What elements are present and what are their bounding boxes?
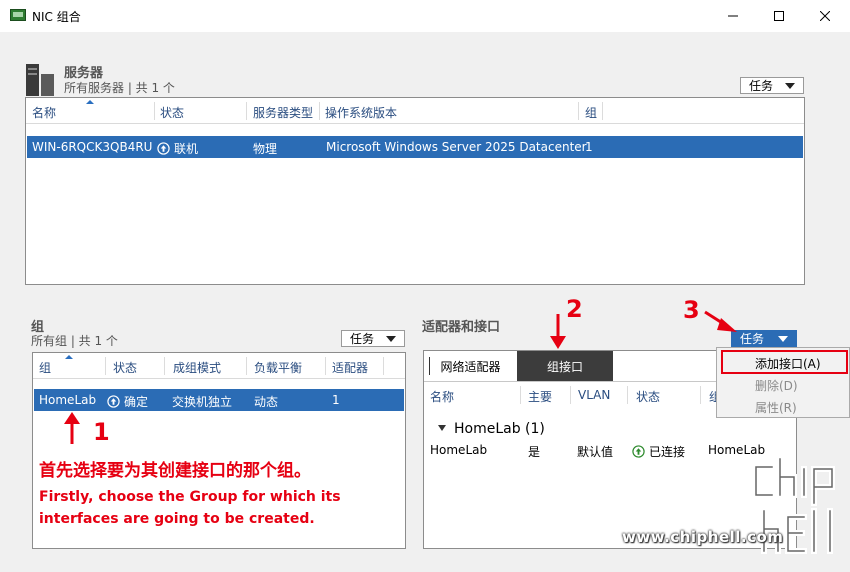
tab-network-adapters[interactable]: 网络适配器 bbox=[424, 351, 517, 381]
group-header[interactable]: HomeLab (1) bbox=[438, 421, 545, 437]
group-name: HomeLab bbox=[39, 393, 97, 407]
server-type: 物理 bbox=[253, 142, 278, 156]
minimize-icon bbox=[728, 15, 738, 17]
column-header-server-type[interactable]: 服务器类型 bbox=[253, 104, 313, 121]
group-load-balancing: 动态 bbox=[254, 395, 279, 409]
column-header-status[interactable]: 状态 bbox=[636, 388, 660, 405]
column-header-name[interactable]: 名称 bbox=[430, 388, 454, 405]
close-button[interactable] bbox=[802, 0, 848, 32]
column-header-name[interactable]: 名称 bbox=[32, 104, 56, 121]
menu-item-delete[interactable]: 删除(D) bbox=[755, 377, 798, 394]
annotation-instruction-cn: 首先选择要为其创建接口的那个组。 bbox=[39, 461, 311, 481]
chevron-down-icon bbox=[785, 83, 795, 89]
table-row[interactable]: WIN-6RQCK3QB4RU 联机 物理 Microsoft Windows … bbox=[27, 136, 803, 158]
chevron-down-icon bbox=[778, 336, 788, 342]
servers-task-label: 任务 bbox=[749, 79, 774, 93]
groups-task-button[interactable]: 任务 bbox=[341, 330, 405, 347]
maximize-icon bbox=[774, 11, 784, 21]
groups-subtitle: 所有组 | 共 1 个 bbox=[31, 334, 118, 348]
window-title: NIC 组合 bbox=[32, 10, 81, 24]
connected-arrow-icon bbox=[632, 445, 645, 458]
title-bar: NIC 组合 bbox=[0, 0, 850, 32]
online-arrow-icon bbox=[157, 142, 170, 155]
column-header-adapters[interactable]: 适配器 bbox=[332, 359, 368, 376]
interface-name: HomeLab bbox=[430, 443, 488, 457]
group-teaming-mode: 交换机独立 bbox=[172, 395, 233, 409]
annotation-arrow-diagonal-icon bbox=[704, 310, 737, 332]
minimize-button[interactable] bbox=[710, 0, 756, 32]
interface-vlan: 默认值 bbox=[577, 445, 614, 459]
column-header-status[interactable]: 状态 bbox=[160, 104, 184, 121]
server-name: WIN-6RQCK3QB4RU bbox=[32, 140, 153, 154]
column-header-status[interactable]: 状态 bbox=[113, 359, 137, 376]
servers-table-header: 名称 状态 服务器类型 操作系统版本 组 bbox=[26, 98, 804, 124]
annotation-instruction-en: Firstly, choose the Group for which its … bbox=[39, 489, 341, 527]
group-status: 确定 bbox=[107, 393, 148, 410]
maximize-button[interactable] bbox=[756, 0, 802, 32]
chevron-down-icon bbox=[386, 336, 396, 342]
column-header-os-version[interactable]: 操作系统版本 bbox=[325, 104, 397, 121]
table-row[interactable]: HomeLab 确定 交换机独立 动态 1 bbox=[34, 389, 404, 411]
annotation-step-3: 3 bbox=[683, 296, 700, 324]
servers-table: 名称 状态 服务器类型 操作系统版本 组 WIN-6RQCK3QB4RU 联机 … bbox=[25, 97, 805, 285]
close-icon bbox=[820, 11, 830, 21]
tab-team-interfaces[interactable]: 组接口 bbox=[517, 351, 613, 381]
column-header-primary[interactable]: 主要 bbox=[528, 388, 552, 405]
server-icon bbox=[26, 64, 54, 96]
server-status: 联机 bbox=[157, 140, 198, 157]
groups-task-label: 任务 bbox=[350, 332, 375, 346]
server-os: Microsoft Windows Server 2025 Datacenter bbox=[326, 140, 587, 154]
interface-status: 已连接 bbox=[632, 443, 685, 460]
annotation-arrow-down-icon bbox=[550, 314, 566, 349]
adapters-title: 适配器和接口 bbox=[422, 320, 501, 335]
watermark-url: www.chiphell.com bbox=[622, 528, 784, 546]
expand-triangle-icon[interactable] bbox=[438, 425, 446, 431]
annotation-highlight-box bbox=[721, 350, 848, 374]
annotation-step-2: 2 bbox=[566, 295, 583, 323]
servers-subtitle: 所有服务器 | 共 1 个 bbox=[64, 81, 175, 95]
menu-item-properties[interactable]: 属性(R) bbox=[755, 399, 797, 416]
server-group-count: 1 bbox=[585, 140, 593, 154]
sort-ascending-icon bbox=[65, 355, 73, 359]
column-header-load-balancing[interactable]: 负载平衡 bbox=[254, 359, 302, 376]
servers-task-button[interactable]: 任务 bbox=[740, 77, 804, 94]
sort-ascending-icon bbox=[86, 100, 94, 104]
nic-team-app-icon bbox=[10, 9, 26, 21]
column-header-vlan[interactable]: VLAN bbox=[578, 388, 610, 402]
table-row[interactable]: HomeLab 是 默认值 已连接 HomeLab bbox=[424, 439, 796, 461]
adapters-task-label: 任务 bbox=[740, 332, 765, 346]
group-adapter-count: 1 bbox=[332, 393, 340, 407]
interface-primary: 是 bbox=[528, 445, 541, 459]
annotation-arrow-up-icon bbox=[64, 412, 80, 444]
ok-arrow-icon bbox=[107, 395, 120, 408]
annotation-step-1: 1 bbox=[93, 418, 110, 446]
column-header-teaming-mode[interactable]: 成组模式 bbox=[173, 359, 221, 376]
column-header-group[interactable]: 组 bbox=[39, 359, 51, 376]
groups-table-header: 组 状态 成组模式 负载平衡 适配器 bbox=[33, 353, 405, 379]
adapters-task-button[interactable]: 任务 bbox=[731, 330, 797, 347]
column-header-group[interactable]: 组 bbox=[585, 104, 597, 121]
